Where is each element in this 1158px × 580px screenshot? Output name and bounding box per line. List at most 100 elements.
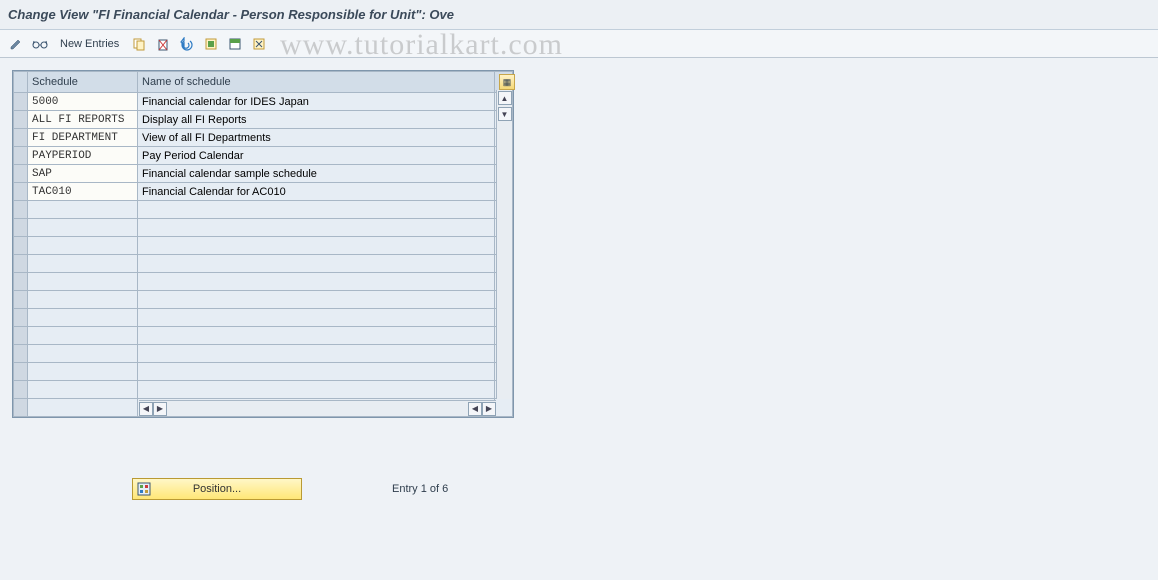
scroll-track[interactable] (497, 122, 512, 399)
table-row[interactable] (14, 309, 513, 327)
delete-icon[interactable] (153, 34, 173, 54)
position-icon (136, 481, 152, 497)
name-cell[interactable]: Display all FI Reports (138, 111, 495, 129)
row-selector[interactable] (14, 273, 28, 291)
row-selector[interactable] (14, 363, 28, 381)
row-selector[interactable] (14, 183, 28, 201)
table-row[interactable]: PAYPERIODPay Period Calendar (14, 147, 513, 165)
row-selector[interactable] (14, 111, 28, 129)
select-block-icon[interactable] (225, 34, 245, 54)
row-selector[interactable] (14, 147, 28, 165)
schedule-cell[interactable] (28, 345, 138, 363)
table-settings-icon[interactable]: ▦ (499, 74, 515, 90)
undo-icon[interactable] (177, 34, 197, 54)
table-row[interactable]: FI DEPARTMENTView of all FI Departments (14, 129, 513, 147)
table-row[interactable] (14, 327, 513, 345)
copy-icon[interactable] (129, 34, 149, 54)
table-row[interactable] (14, 291, 513, 309)
schedule-header[interactable]: Schedule (28, 72, 138, 93)
table-row[interactable]: SAPFinancial calendar sample schedule (14, 165, 513, 183)
row-selector[interactable] (14, 255, 28, 273)
name-cell[interactable] (138, 309, 495, 327)
vertical-scrollbar[interactable]: ▲ ▼ (496, 90, 512, 399)
schedule-cell[interactable] (28, 201, 138, 219)
schedule-cell[interactable] (28, 237, 138, 255)
table-row[interactable] (14, 345, 513, 363)
table-row[interactable] (14, 273, 513, 291)
table-row[interactable]: TAC010Financial Calendar for AC010 (14, 183, 513, 201)
name-cell[interactable] (138, 381, 495, 399)
table-row[interactable] (14, 237, 513, 255)
row-selector[interactable] (14, 93, 28, 111)
glasses-icon[interactable] (30, 34, 50, 54)
schedule-cell[interactable] (28, 255, 138, 273)
row-selector[interactable] (14, 309, 28, 327)
deselect-all-icon[interactable] (249, 34, 269, 54)
scroll-right-icon[interactable]: ▶ (482, 402, 496, 416)
table-row[interactable] (14, 255, 513, 273)
row-selector[interactable] (14, 219, 28, 237)
name-cell[interactable] (138, 219, 495, 237)
row-selector[interactable] (14, 399, 28, 417)
name-cell[interactable]: Financial Calendar for AC010 (138, 183, 495, 201)
schedule-cell[interactable]: ALL FI REPORTS (28, 111, 138, 129)
schedule-cell[interactable] (28, 273, 138, 291)
row-selector[interactable] (14, 381, 28, 399)
name-cell[interactable] (138, 291, 495, 309)
position-label: Position... (193, 483, 241, 495)
name-cell[interactable]: Financial calendar sample schedule (138, 165, 495, 183)
schedule-cell[interactable]: TAC010 (28, 183, 138, 201)
name-cell[interactable] (138, 363, 495, 381)
title-bar: Change View "FI Financial Calendar - Per… (0, 0, 1158, 30)
table-row[interactable] (14, 381, 513, 399)
row-selector[interactable] (14, 291, 28, 309)
table-row[interactable] (14, 201, 513, 219)
schedule-cell[interactable]: PAYPERIOD (28, 147, 138, 165)
scroll-left-icon[interactable]: ◀ (139, 402, 153, 416)
scroll-down-icon[interactable]: ▼ (498, 107, 512, 121)
schedule-cell[interactable] (28, 399, 138, 417)
name-cell[interactable]: Pay Period Calendar (138, 147, 495, 165)
schedule-cell[interactable] (28, 363, 138, 381)
name-cell[interactable] (138, 345, 495, 363)
row-selector[interactable] (14, 129, 28, 147)
toggle-icon[interactable] (6, 34, 26, 54)
select-all-icon[interactable] (201, 34, 221, 54)
schedule-table: Schedule Name of schedule ▦ 5000Financia… (13, 71, 513, 417)
position-button[interactable]: Position... (132, 478, 302, 500)
table-row[interactable]: 5000Financial calendar for IDES Japan (14, 93, 513, 111)
schedule-cell[interactable] (28, 327, 138, 345)
scroll-right-step-icon[interactable]: ▶ (153, 402, 167, 416)
table-row[interactable] (14, 219, 513, 237)
name-cell[interactable] (138, 273, 495, 291)
scroll-up-icon[interactable]: ▲ (498, 91, 512, 105)
name-cell[interactable] (138, 255, 495, 273)
schedule-cell[interactable]: SAP (28, 165, 138, 183)
table-row[interactable]: ALL FI REPORTSDisplay all FI Reports (14, 111, 513, 129)
name-cell[interactable] (138, 237, 495, 255)
table-row[interactable] (14, 363, 513, 381)
name-header[interactable]: Name of schedule (138, 72, 495, 93)
schedule-cell[interactable] (28, 309, 138, 327)
content-area: Schedule Name of schedule ▦ 5000Financia… (0, 58, 1158, 512)
row-selector[interactable] (14, 345, 28, 363)
row-selector[interactable] (14, 327, 28, 345)
schedule-cell[interactable]: FI DEPARTMENT (28, 129, 138, 147)
spacer-cell (495, 399, 513, 417)
schedule-cell[interactable]: 5000 (28, 93, 138, 111)
schedule-cell[interactable] (28, 291, 138, 309)
schedule-cell[interactable] (28, 381, 138, 399)
horizontal-scrollbar[interactable]: ◀ ▶ ◀ ▶ (139, 400, 496, 416)
name-cell[interactable]: View of all FI Departments (138, 129, 495, 147)
name-cell[interactable] (138, 201, 495, 219)
toolbar: New Entries (0, 30, 1158, 58)
name-cell[interactable] (138, 327, 495, 345)
page-title: Change View "FI Financial Calendar - Per… (8, 7, 454, 22)
new-entries-button[interactable]: New Entries (54, 36, 125, 52)
row-selector[interactable] (14, 237, 28, 255)
name-cell[interactable]: Financial calendar for IDES Japan (138, 93, 495, 111)
schedule-cell[interactable] (28, 219, 138, 237)
row-selector[interactable] (14, 201, 28, 219)
row-selector[interactable] (14, 165, 28, 183)
scroll-left-end-icon[interactable]: ◀ (468, 402, 482, 416)
